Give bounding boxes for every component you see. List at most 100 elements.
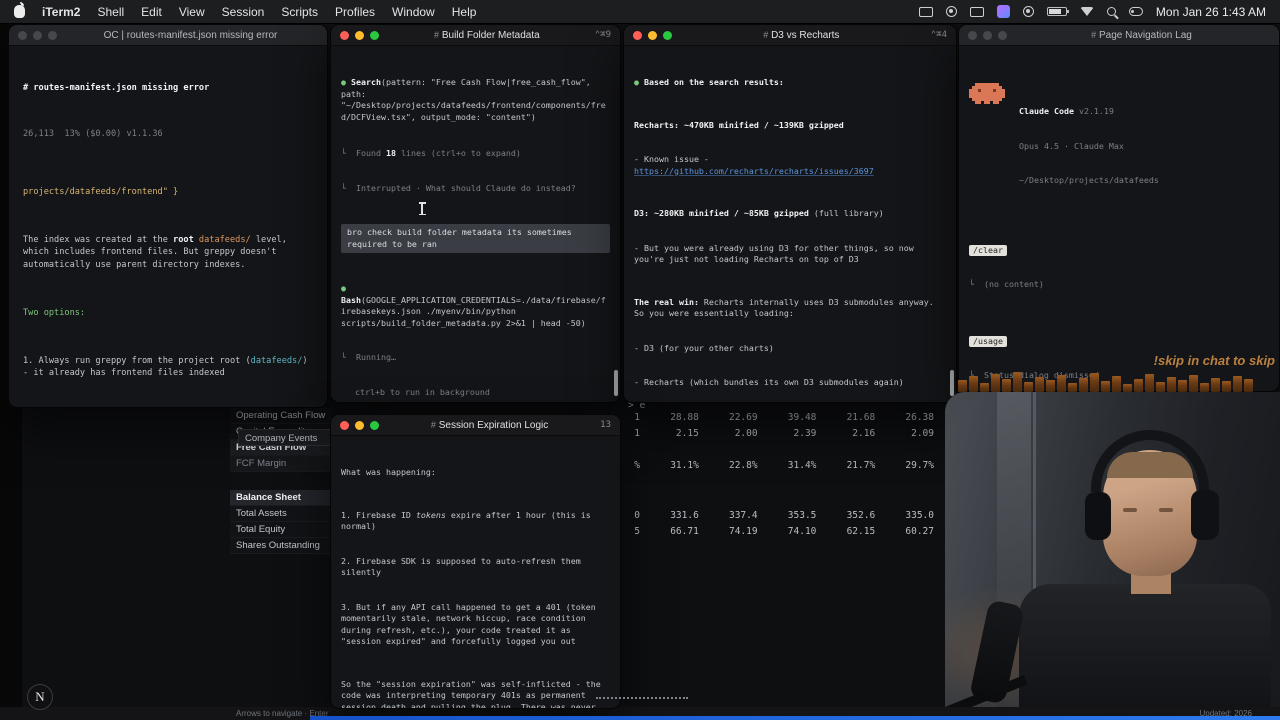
minimize-button[interactable] xyxy=(33,30,42,40)
running-line: └ Running… xyxy=(341,352,396,362)
minimize-button[interactable] xyxy=(983,30,992,40)
window-build-folder-metadata[interactable]: # Build Folder Metadata ⌃⌘9 ● Search(pat… xyxy=(330,24,621,403)
visualizer-bar xyxy=(1145,374,1154,392)
title-text: D3 vs Recharts xyxy=(771,29,840,41)
close-button[interactable] xyxy=(633,30,642,40)
table-cell: 74.19 xyxy=(728,526,758,537)
window-d3-vs-recharts[interactable]: # D3 vs Recharts ⌃⌘4 ● Based on the sear… xyxy=(623,24,957,403)
menu-item-app[interactable]: iTerm2 xyxy=(42,5,80,19)
control-center-icon[interactable] xyxy=(1128,7,1143,16)
command-entry: /usage xyxy=(969,335,1269,347)
tool-bullet-icon: ● xyxy=(341,77,351,87)
traffic-lights[interactable] xyxy=(18,30,57,40)
zoom-button[interactable] xyxy=(370,420,379,430)
wifi-icon[interactable] xyxy=(1079,7,1094,16)
text: D3: ~280KB minified / ~85KB gzipped xyxy=(634,208,809,218)
terminal-content: What was happening: 1. Firebase ID token… xyxy=(331,436,620,708)
window-session-expiration-logic[interactable]: # Session Expiration Logic 13 What was h… xyxy=(330,414,621,709)
vertical-scrollbar[interactable] xyxy=(614,370,618,396)
tool-result[interactable]: └ Found 18 lines (ctrl+o to expand) xyxy=(341,148,610,160)
zoom-button[interactable] xyxy=(998,30,1007,40)
close-button[interactable] xyxy=(18,30,27,40)
traffic-lights[interactable] xyxy=(968,30,1007,40)
terminal-content: ● Search(pattern: "Free Cash Flow|free_c… xyxy=(331,46,620,402)
terminal-content: ● Based on the search results: Recharts:… xyxy=(624,46,956,402)
titlebar[interactable]: # D3 vs Recharts ⌃⌘4 xyxy=(624,25,956,46)
path-highlight: datafeeds/ xyxy=(198,235,251,246)
table-cell: 29.7% xyxy=(905,460,934,471)
window-title: # D3 vs Recharts xyxy=(678,30,925,41)
menu-item[interactable]: View xyxy=(179,5,205,19)
menu-item[interactable]: Shell xyxy=(97,5,124,19)
camera-icon[interactable] xyxy=(1022,6,1034,17)
visualizer-bar xyxy=(1068,383,1077,392)
tab-icon: # xyxy=(434,29,440,40)
minimize-button[interactable] xyxy=(648,30,657,40)
clear-command-chip[interactable]: /clear xyxy=(969,244,1007,256)
record-icon[interactable] xyxy=(945,6,957,17)
apple-menu-icon[interactable] xyxy=(14,2,25,18)
table-cell: 74.10 xyxy=(787,526,817,537)
titlebar[interactable]: # Build Folder Metadata ⌃⌘9 xyxy=(331,25,620,46)
menu-item[interactable]: Window xyxy=(392,5,435,19)
table-row[interactable]: Total Equity xyxy=(230,522,332,538)
text: 1. Firebase ID xyxy=(341,509,416,520)
sidebar-item-company-events[interactable]: Company Events xyxy=(238,429,332,446)
window-routes-manifest-error[interactable]: OC | routes-manifest.json missing error … xyxy=(8,24,328,408)
window-page-navigation-lag[interactable]: # Page Navigation Lag Claude Code v2.1.1… xyxy=(958,24,1280,392)
table-cell: 5 xyxy=(634,526,640,537)
display-icon[interactable] xyxy=(969,6,984,17)
menu-item[interactable]: Help xyxy=(452,5,477,19)
titlebar[interactable]: # Page Navigation Lag xyxy=(959,25,1279,46)
table-cell: 0 xyxy=(634,510,640,521)
menu-item[interactable]: Edit xyxy=(141,5,162,19)
terminal-content: Claude Code v2.1.19 Opus 4.5 · Claude Ma… xyxy=(959,46,1279,391)
close-button[interactable] xyxy=(340,30,349,40)
zoom-button[interactable] xyxy=(663,30,672,40)
window-title: # Build Folder Metadata xyxy=(385,30,589,41)
usage-command-chip[interactable]: /usage xyxy=(969,335,1007,347)
table-row[interactable]: FCF Margin xyxy=(230,456,332,472)
visualizer-bar xyxy=(958,380,967,392)
accent-bottom-bar xyxy=(310,716,1280,720)
zoom-button[interactable] xyxy=(370,30,379,40)
battery-icon[interactable] xyxy=(1046,7,1069,16)
table-cell: 2.00 xyxy=(734,428,758,439)
text: (full library) xyxy=(808,208,884,218)
table-cell: 26.38 xyxy=(905,412,934,423)
traffic-lights[interactable] xyxy=(340,30,379,40)
table-cell: 2.16 xyxy=(852,428,876,439)
table-row[interactable]: Shares Outstanding xyxy=(230,538,332,554)
menu-item[interactable]: Session xyxy=(222,5,265,19)
menu-item[interactable]: Profiles xyxy=(335,5,375,19)
titlebar[interactable]: OC | routes-manifest.json missing error xyxy=(9,25,327,46)
issue-link[interactable]: https://github.com/recharts/recharts/iss… xyxy=(634,166,874,176)
table-row[interactable]: Operating Cash Flow xyxy=(230,408,332,424)
search-icon[interactable] xyxy=(1106,7,1116,16)
bash-tool-call: ● Bash(GOOGLE_APPLICATION_CREDENTIALS=./… xyxy=(341,283,610,329)
close-button[interactable] xyxy=(340,420,349,430)
menu-bar-clock[interactable]: Mon Jan 26 1:43 AM xyxy=(1156,5,1266,19)
zoom-button[interactable] xyxy=(48,30,57,40)
notion-logo-button[interactable]: N xyxy=(27,684,53,710)
traffic-lights[interactable] xyxy=(633,30,672,40)
screen-mirroring-icon[interactable] xyxy=(918,6,933,17)
traffic-lights[interactable] xyxy=(340,420,379,430)
table-cell: 31.1% xyxy=(670,460,699,471)
close-button[interactable] xyxy=(968,30,977,40)
menu-item[interactable]: Scripts xyxy=(281,5,318,19)
table-cell: 62.15 xyxy=(846,526,876,537)
visualizer-bar xyxy=(1079,378,1088,392)
raycast-icon[interactable] xyxy=(996,5,1010,18)
table-row[interactable]: Total Assets xyxy=(230,506,332,522)
minimize-button[interactable] xyxy=(355,30,364,40)
horizontal-scrollbar[interactable] xyxy=(596,697,688,699)
tool-name: Bash xyxy=(341,294,361,305)
table-section-header[interactable]: Balance Sheet xyxy=(230,490,332,506)
real-win-paragraph: The real win: Recharts internally uses D… xyxy=(634,297,946,320)
table-values-row: 0 331.6 337.4 353.5 352.6 335.0 xyxy=(626,510,934,521)
titlebar[interactable]: # Session Expiration Logic 13 xyxy=(331,415,620,436)
table-cell: 352.6 xyxy=(846,510,876,521)
visualizer-bar xyxy=(980,383,989,392)
minimize-button[interactable] xyxy=(355,420,364,430)
